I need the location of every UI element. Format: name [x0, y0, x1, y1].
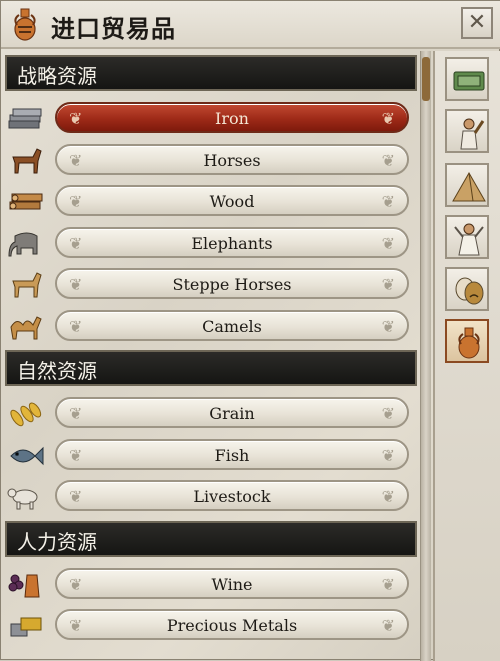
- scrollbar-thumb[interactable]: [422, 57, 430, 101]
- resource-row: ❦ Livestock ❦: [5, 475, 417, 517]
- resource-row: ❦ Wood ❦: [5, 180, 417, 222]
- category-sidebar: [433, 51, 500, 661]
- title-bar: 进口贸易品 ✕: [1, 1, 500, 49]
- worker-icon: [460, 118, 485, 150]
- resource-button[interactable]: ❦ Wine ❦: [55, 567, 409, 599]
- ornament-icon: ❦: [381, 404, 395, 423]
- resource-label: Precious Metals: [166, 616, 298, 635]
- iron-icon: [8, 108, 42, 129]
- resource-row: ❦ Horses ❦: [5, 139, 417, 181]
- ornament-icon: ❦: [381, 192, 395, 211]
- resource-button[interactable]: ❦ Livestock ❦: [55, 480, 409, 511]
- category-tab-worker[interactable]: [445, 109, 489, 153]
- resource-button[interactable]: ❦ Camels ❦: [55, 309, 409, 341]
- ornament-icon: ❦: [381, 616, 395, 635]
- camel-icon: [10, 315, 42, 339]
- steppe-horse-icon: [12, 272, 42, 298]
- section-header: 人力资源: [5, 520, 417, 557]
- grain-icon: [10, 402, 42, 427]
- elephant-icon: [8, 232, 38, 256]
- resource-row: ❦ Precious Metals ❦: [5, 604, 417, 646]
- ornament-icon: ❦: [381, 487, 395, 506]
- resource-label: Fish: [214, 445, 250, 465]
- resource-button[interactable]: ❦ Elephants ❦: [55, 226, 409, 258]
- ornament-icon: ❦: [381, 445, 395, 465]
- window-title: 进口贸易品: [51, 15, 176, 43]
- wine-icon: [8, 574, 40, 597]
- resource-row: ❦ Elephants ❦: [5, 222, 417, 264]
- resource-row: ❦ Iron ❦: [5, 97, 417, 139]
- resource-row: ❦ Steppe Horses ❦: [5, 263, 417, 305]
- fish-icon: [10, 446, 44, 465]
- ornament-icon: ❦: [381, 275, 395, 294]
- resource-label: Wine: [211, 574, 253, 594]
- wood-icon: [9, 193, 43, 210]
- resource-label: Horses: [203, 150, 261, 170]
- resource-label: Camels: [202, 316, 262, 336]
- resource-label: Wood: [209, 192, 255, 211]
- resource-row: ❦ Grain ❦: [5, 392, 417, 434]
- category-tab-theater-masks[interactable]: [445, 267, 489, 311]
- resource-button[interactable]: ❦ Steppe Horses ❦: [55, 268, 409, 299]
- resource-button[interactable]: ❦ Iron ❦: [55, 102, 409, 133]
- resource-label: Livestock: [193, 487, 271, 506]
- horse-icon: [12, 147, 42, 173]
- section-header: 自然资源: [5, 350, 417, 386]
- priest-icon: [454, 223, 484, 256]
- section-header: 战略资源: [5, 55, 417, 91]
- resource-row: ❦ Camels ❦: [5, 305, 417, 347]
- resource-button[interactable]: ❦ Wood ❦: [55, 185, 409, 216]
- theater-masks-icon: [455, 277, 484, 305]
- precious-metals-icon: [10, 617, 42, 637]
- ornament-icon: ❦: [381, 233, 395, 253]
- resource-row: ❦ Fish ❦: [5, 434, 417, 476]
- ornament-icon: ❦: [381, 150, 395, 170]
- close-button[interactable]: ✕: [461, 7, 493, 39]
- resource-list: 战略资源 ❦ Iron ❦ ❦ Horses ❦ ❦ Wood ❦ ❦ Elephants ❦ ❦ Step…: [5, 51, 417, 661]
- ornament-icon: ❦: [381, 109, 395, 128]
- resource-button[interactable]: ❦ Grain ❦: [55, 397, 409, 428]
- resource-row: ❦ Wine ❦: [5, 563, 417, 605]
- resource-label: Steppe Horses: [172, 275, 292, 294]
- pyramid-icon: [452, 171, 486, 202]
- trade-panel: 进口贸易品 ✕ 战略资源 ❦ Iron ❦ ❦ Horses ❦ ❦ Wood ❦ ❦ Elephan…: [0, 0, 500, 661]
- section-header-label: 人力资源: [17, 529, 97, 554]
- category-tab-amphora[interactable]: [445, 319, 489, 363]
- amphora-icon: [14, 8, 36, 41]
- category-tab-priest[interactable]: [445, 215, 489, 259]
- resource-button[interactable]: ❦ Fish ❦: [55, 438, 409, 470]
- section-header-label: 战略资源: [17, 64, 97, 88]
- scrollbar[interactable]: [420, 51, 431, 661]
- resource-button[interactable]: ❦ Horses ❦: [55, 143, 409, 175]
- category-tab-banknote[interactable]: [445, 57, 489, 101]
- resource-label: Grain: [209, 404, 255, 423]
- category-tab-pyramid[interactable]: [445, 163, 489, 207]
- amphora-icon: [458, 327, 480, 359]
- section-header-label: 自然资源: [17, 359, 97, 383]
- banknote-icon: [453, 71, 485, 91]
- ornament-icon: ❦: [381, 316, 395, 336]
- resource-label: Elephants: [191, 233, 273, 253]
- resource-label: Iron: [215, 109, 249, 128]
- ornament-icon: ❦: [381, 574, 395, 594]
- livestock-icon: [7, 488, 38, 510]
- resource-button[interactable]: ❦ Precious Metals ❦: [55, 609, 409, 640]
